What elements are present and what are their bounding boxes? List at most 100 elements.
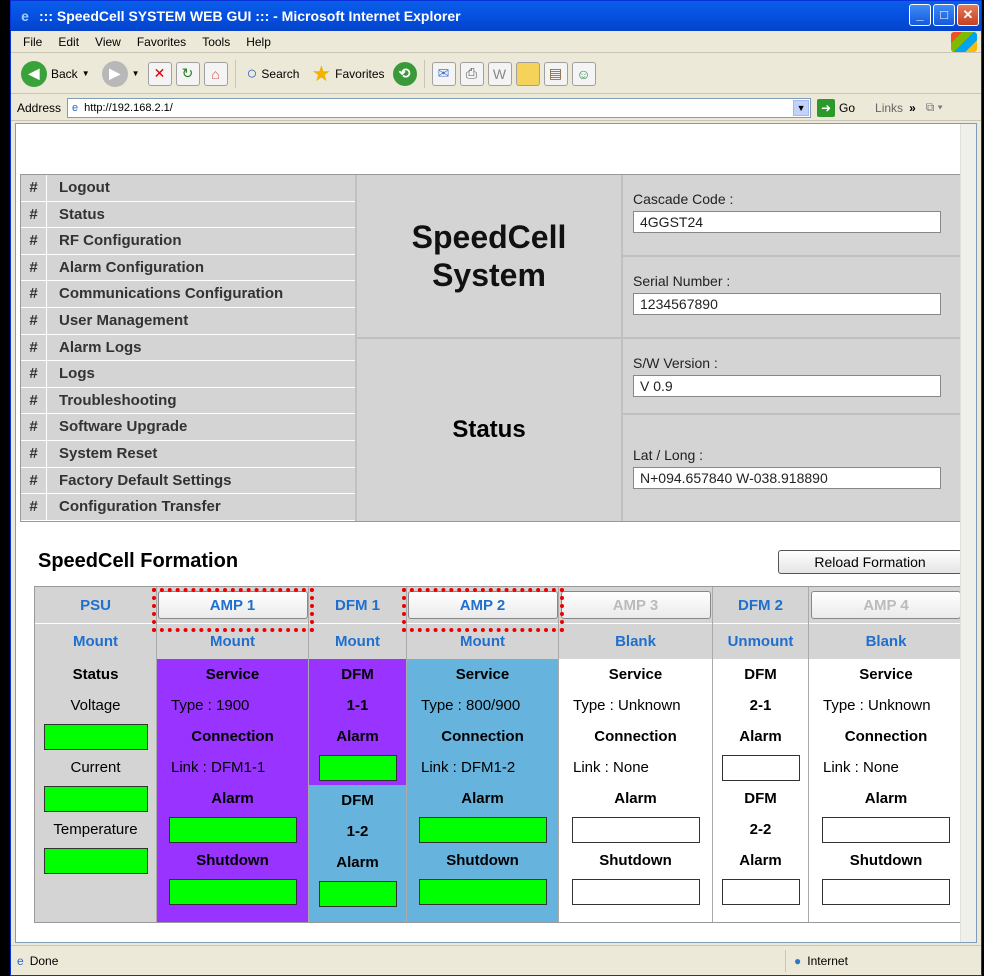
dfm2-2-alarm-indicator bbox=[721, 878, 800, 905]
psu-status-label: Status bbox=[72, 666, 119, 683]
menu-help[interactable]: Help bbox=[238, 35, 279, 49]
menu-tools[interactable]: Tools bbox=[194, 35, 238, 49]
go-button[interactable]: ➜ Go bbox=[817, 98, 856, 117]
bullet: # bbox=[21, 281, 47, 307]
menu-favorites[interactable]: Favorites bbox=[129, 35, 194, 49]
address-input[interactable]: e http://192.168.2.1/ ▼ bbox=[67, 97, 812, 118]
snagit-icon[interactable]: ⧉ ▾ bbox=[926, 100, 943, 115]
favorites-button[interactable]: ★ Favorites bbox=[307, 58, 388, 90]
links-label[interactable]: Links bbox=[875, 101, 903, 115]
formation-title: SpeedCell Formation bbox=[38, 550, 239, 572]
amp2-shutdown-label: Shutdown bbox=[446, 852, 519, 869]
lat-long-value: N+094.657840 W-038.918890 bbox=[633, 467, 941, 489]
dfm1-2-alarm-indicator bbox=[318, 880, 397, 907]
forward-button[interactable]: ▶ ▼ bbox=[98, 58, 144, 90]
title-bar[interactable]: e ::: SpeedCell SYSTEM WEB GUI ::: - Mic… bbox=[11, 1, 981, 31]
minimize-button[interactable]: _ bbox=[909, 4, 931, 26]
amp2-alarm-label: Alarm bbox=[461, 790, 504, 807]
amp1-shutdown-indicator bbox=[168, 878, 297, 905]
amp4-button[interactable]: AMP 4 bbox=[811, 591, 961, 619]
cascade-code-label: Cascade Code : bbox=[633, 191, 734, 207]
nav-item-troubleshooting[interactable]: # Troubleshooting bbox=[21, 387, 355, 415]
nav-item-logout[interactable]: # Logout bbox=[21, 175, 355, 202]
nav-item-software-upgrade[interactable]: # Software Upgrade bbox=[21, 414, 355, 441]
folder-icon[interactable] bbox=[515, 61, 540, 86]
address-bar: Address e http://192.168.2.1/ ▼ ➜ Go Lin… bbox=[11, 95, 981, 121]
amp4-mount: Blank bbox=[809, 623, 963, 659]
nav-item-logs[interactable]: # Logs bbox=[21, 361, 355, 388]
nav-label: User Management bbox=[59, 311, 189, 329]
menu-view[interactable]: View bbox=[87, 35, 129, 49]
page-done-icon: e bbox=[17, 953, 24, 968]
close-button[interactable]: ✕ bbox=[957, 4, 979, 26]
dfm1-1-alarm-label: Alarm bbox=[336, 728, 379, 745]
amp1-link: Link : DFM1-1 bbox=[171, 759, 266, 776]
dfm2-1-label: DFM bbox=[744, 666, 777, 683]
chevron-right-icon[interactable]: » bbox=[909, 101, 916, 115]
menu-edit[interactable]: Edit bbox=[50, 35, 87, 49]
nav-item-factory-default-settings[interactable]: # Factory Default Settings bbox=[21, 467, 355, 495]
nav-item-alarm-configuration[interactable]: # Alarm Configuration bbox=[21, 254, 355, 282]
bullet: # bbox=[21, 494, 47, 520]
nav-item-rf-configuration[interactable]: # RF Configuration bbox=[21, 228, 355, 255]
bullet: # bbox=[21, 175, 47, 201]
favorites-label: Favorites bbox=[335, 66, 385, 81]
history-icon[interactable]: ⟲ bbox=[392, 61, 417, 86]
dfm2-1-alarm-label: Alarm bbox=[739, 728, 782, 745]
reload-formation-button[interactable]: Reload Formation bbox=[778, 550, 962, 574]
search-button[interactable]: ○ Search bbox=[243, 58, 304, 90]
sw-version-value: V 0.9 bbox=[633, 375, 941, 397]
menu-file[interactable]: File bbox=[15, 35, 50, 49]
amp3-shutdown-label: Shutdown bbox=[599, 852, 672, 869]
nav-label: Alarm Logs bbox=[59, 338, 142, 356]
nav-item-user-management[interactable]: # User Management bbox=[21, 307, 355, 335]
stop-icon[interactable]: ✕ bbox=[147, 61, 172, 86]
chevron-down-icon[interactable]: ▼ bbox=[793, 99, 810, 116]
go-label: Go bbox=[839, 100, 856, 115]
back-button[interactable]: ◀ Back ▼ bbox=[17, 58, 94, 90]
bullet: # bbox=[21, 228, 47, 254]
amp3-alarm-indicator bbox=[571, 816, 700, 843]
dfm2-mount: Unmount bbox=[713, 623, 808, 659]
nav-item-status[interactable]: # Status bbox=[21, 201, 355, 229]
status-bar: e Done ● Internet bbox=[11, 945, 981, 975]
maximize-button[interactable]: □ bbox=[933, 4, 955, 26]
amp4-shutdown-indicator bbox=[822, 878, 950, 905]
nav-item-configuration-transfer[interactable]: # Configuration Transfer bbox=[21, 494, 355, 521]
serial-number-panel: Serial Number : 1234567890 bbox=[623, 257, 975, 337]
nav-item-system-reset[interactable]: # System Reset bbox=[21, 440, 355, 468]
amp2-highlight bbox=[402, 588, 564, 632]
toolbar: ◀ Back ▼ ▶ ▼ ✕ ↻ ⌂ ○ Search ★ Favorites … bbox=[11, 54, 981, 94]
dfm1-mount: Mount bbox=[309, 623, 406, 659]
print-icon[interactable]: ⎙ bbox=[459, 61, 484, 86]
bullet: # bbox=[21, 440, 47, 467]
research-icon[interactable]: ▤ bbox=[543, 61, 568, 86]
chevron-down-icon: ▼ bbox=[131, 69, 140, 78]
top-panel: # Logout # Status # RF Configuration # Alarm… bbox=[20, 174, 976, 522]
edit-icon[interactable]: W bbox=[487, 61, 512, 86]
amp4-column: AMP 4 Blank Service Type : Unknown Conne… bbox=[809, 587, 963, 922]
ie-icon: e bbox=[21, 8, 29, 24]
vertical-scrollbar[interactable] bbox=[960, 124, 976, 942]
amp2-type: Type : 800/900 bbox=[421, 697, 521, 714]
windows-logo-icon bbox=[951, 32, 977, 52]
lat-long-label: Lat / Long : bbox=[633, 447, 704, 463]
messenger-icon[interactable]: ☺ bbox=[571, 61, 596, 86]
bullet: # bbox=[21, 201, 47, 228]
dfm1-1-alarm-indicator bbox=[318, 754, 397, 781]
temperature-label: Temperature bbox=[53, 821, 138, 838]
home-icon[interactable]: ⌂ bbox=[203, 61, 228, 86]
bullet: # bbox=[21, 254, 47, 281]
search-icon: ○ bbox=[246, 63, 258, 83]
mail-icon[interactable]: ✉ bbox=[431, 61, 456, 86]
amp3-button[interactable]: AMP 3 bbox=[560, 591, 711, 619]
nav-item-communications-configuration[interactable]: # Communications Configuration bbox=[21, 281, 355, 308]
amp2-column: AMP 2 Mount Service Type : 800/900 Conne… bbox=[407, 587, 559, 922]
refresh-icon[interactable]: ↻ bbox=[175, 61, 200, 86]
brand-line-1: SpeedCell bbox=[411, 219, 567, 255]
sw-version-panel: S/W Version : V 0.9 bbox=[623, 339, 975, 413]
cascade-code-value: 4GGST24 bbox=[633, 211, 941, 233]
amp3-mount: Blank bbox=[559, 623, 712, 659]
nav-item-alarm-logs[interactable]: # Alarm Logs bbox=[21, 334, 355, 362]
bullet: # bbox=[21, 361, 47, 387]
